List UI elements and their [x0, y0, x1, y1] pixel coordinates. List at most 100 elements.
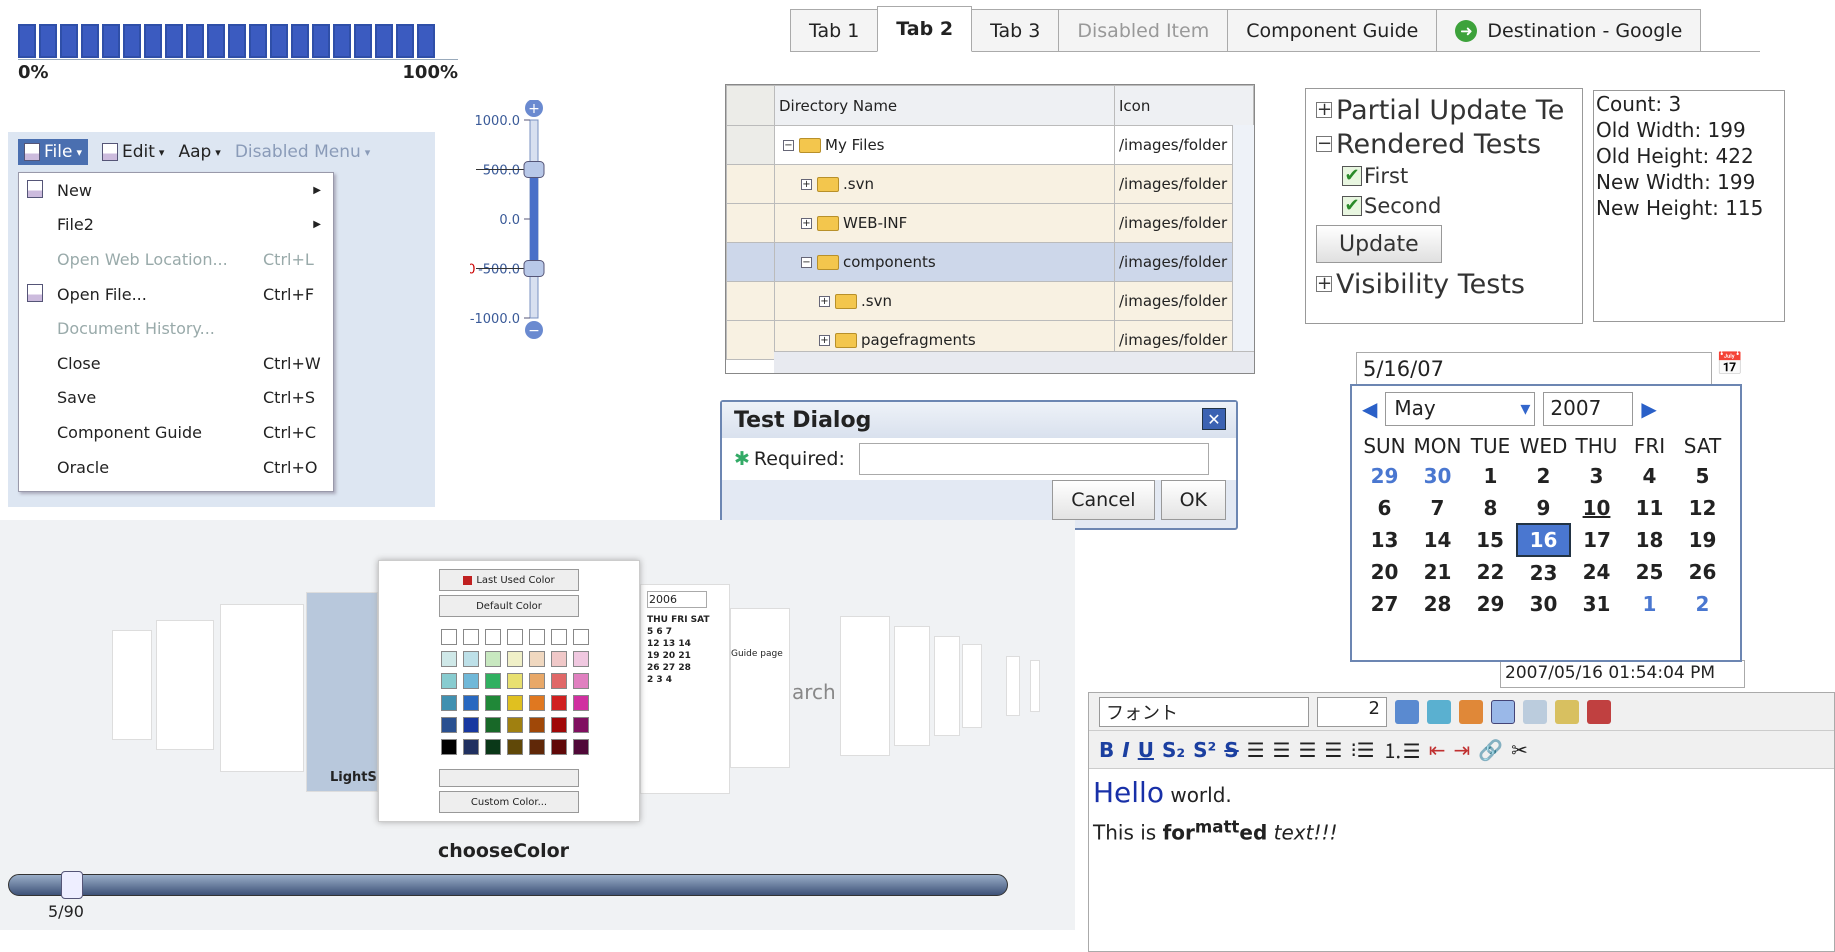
calendar-day[interactable]: 22 — [1464, 556, 1517, 588]
carousel-card[interactable] — [156, 620, 214, 750]
color-swatch[interactable] — [463, 695, 479, 711]
menu-item-component-guide[interactable]: Component Guide Ctrl+C — [19, 415, 333, 450]
justify-icon[interactable]: ☰ — [1325, 738, 1343, 762]
menu-item-new[interactable]: New ▶ — [19, 173, 333, 208]
carousel-card[interactable] — [962, 644, 982, 728]
slider-thumb[interactable] — [61, 871, 83, 899]
calendar-day[interactable]: 25 — [1623, 556, 1676, 588]
subscript-icon[interactable]: S₂ — [1162, 738, 1185, 762]
calendar-day[interactable]: 11 — [1623, 492, 1676, 524]
color-swatch[interactable] — [529, 717, 545, 733]
calendar-day[interactable]: 2 — [1676, 588, 1729, 620]
tree-node-rendered[interactable]: Rendered Tests — [1336, 129, 1541, 160]
ok-button[interactable]: OK — [1160, 480, 1226, 520]
tab-tab-3[interactable]: Tab 3 — [971, 9, 1060, 51]
tree-node-visibility[interactable]: Visibility Tests — [1336, 269, 1525, 300]
color-swatch[interactable] — [507, 717, 523, 733]
menu-edit[interactable]: Edit ▾ — [101, 142, 164, 162]
close-icon[interactable]: ✕ — [1202, 408, 1226, 430]
required-input[interactable] — [858, 443, 1209, 475]
menu-item-open-file[interactable]: Open File... Ctrl+F — [19, 277, 333, 312]
color-swatch[interactable] — [441, 651, 457, 667]
expand-icon[interactable]: + — [1316, 101, 1332, 119]
calendar-day[interactable]: 27 — [1358, 588, 1411, 620]
calendar-day[interactable]: 20 — [1358, 556, 1411, 588]
carousel-card[interactable] — [840, 616, 890, 756]
color-swatch[interactable] — [463, 629, 479, 645]
color-swatch[interactable] — [485, 673, 501, 689]
color-swatch[interactable] — [551, 717, 567, 733]
tab-component-guide[interactable]: Component Guide — [1227, 9, 1438, 51]
calendar-day[interactable]: 1 — [1623, 588, 1676, 620]
link-icon[interactable]: 🔗 — [1478, 738, 1503, 762]
menu-item-file2[interactable]: File2 ▶ — [19, 208, 333, 243]
calendar-day[interactable]: 10 — [1570, 492, 1623, 524]
horizontal-scrollbar[interactable] — [774, 351, 1254, 373]
tab-destination-google[interactable]: ➜ Destination - Google — [1436, 9, 1702, 51]
font-select[interactable]: フォント — [1099, 696, 1309, 727]
outdent-icon[interactable]: ⇤ — [1429, 738, 1446, 762]
calendar-day[interactable]: 3 — [1570, 460, 1623, 492]
choose-color-card[interactable]: Last Used Color Default Color Custom Col… — [378, 560, 640, 822]
color-swatch[interactable] — [573, 717, 589, 733]
color-swatch[interactable] — [573, 695, 589, 711]
default-color-button[interactable]: Default Color — [439, 595, 579, 617]
table-row[interactable]: − My Files/images/folder — [726, 125, 1254, 165]
color-swatch[interactable] — [441, 717, 457, 733]
lower-slider-thumb[interactable] — [523, 260, 545, 277]
month-select[interactable]: May ▾ — [1385, 392, 1536, 426]
calendar-day[interactable]: 13 — [1358, 524, 1411, 556]
carousel-card[interactable] — [112, 630, 152, 740]
carousel-card[interactable]: Guide page — [730, 608, 790, 768]
directory-name-cell[interactable]: + WEB-INF — [774, 203, 1115, 243]
color-swatch[interactable] — [551, 673, 567, 689]
strikethrough-icon[interactable]: S — [1224, 738, 1238, 762]
color-swatch[interactable] — [507, 651, 523, 667]
row-header[interactable] — [726, 281, 775, 321]
expand-icon[interactable]: + — [801, 218, 812, 229]
tab-tab-2[interactable]: Tab 2 — [877, 6, 973, 52]
column-header-name[interactable]: Directory Name — [774, 85, 1115, 126]
upper-slider-thumb[interactable] — [523, 161, 545, 178]
calendar-day[interactable]: 30 — [1411, 460, 1464, 492]
calendar-day[interactable]: 29 — [1464, 588, 1517, 620]
prev-month-icon[interactable]: ◀ — [1362, 397, 1377, 421]
editor-content[interactable]: Hello world. This is formatted text!!! — [1089, 769, 1834, 853]
calendar-day[interactable]: 5 — [1676, 460, 1729, 492]
italic-icon[interactable]: I — [1122, 738, 1129, 762]
color-swatch[interactable] — [551, 739, 567, 755]
color-swatch[interactable] — [529, 695, 545, 711]
calendar-day[interactable]: 18 — [1623, 524, 1676, 556]
color-swatch[interactable] — [441, 695, 457, 711]
calendar-day[interactable]: 26 — [1676, 556, 1729, 588]
carousel-card[interactable] — [894, 626, 930, 746]
color-swatch[interactable] — [551, 695, 567, 711]
directory-name-cell[interactable]: − My Files — [774, 125, 1115, 165]
source-mode-icon[interactable] — [1523, 699, 1547, 724]
color-swatch[interactable] — [551, 629, 567, 645]
menu-aap[interactable]: Aap ▾ — [178, 142, 220, 162]
align-center-icon[interactable]: ☰ — [1273, 738, 1291, 762]
font-size-select[interactable]: 2 — [1317, 696, 1387, 727]
carousel-slider[interactable] — [8, 871, 1008, 899]
menu-file[interactable]: File ▾ — [18, 139, 88, 165]
last-used-color-button[interactable]: Last Used Color — [439, 569, 579, 591]
undo-icon[interactable] — [1395, 699, 1419, 724]
color-swatch[interactable] — [485, 629, 501, 645]
color-swatch[interactable] — [441, 673, 457, 689]
redo-icon[interactable] — [1427, 699, 1451, 724]
row-header[interactable] — [726, 242, 775, 282]
expand-icon[interactable]: + — [819, 335, 830, 346]
color-swatch[interactable] — [573, 651, 589, 667]
column-header-icon[interactable]: Icon — [1114, 85, 1254, 126]
color-swatch[interactable] — [463, 739, 479, 755]
highlight-color-icon[interactable] — [1587, 699, 1611, 724]
color-swatch[interactable] — [463, 651, 479, 667]
table-row[interactable]: + .svn/images/folder — [726, 164, 1254, 204]
color-swatch[interactable] — [529, 651, 545, 667]
color-swatch[interactable] — [529, 673, 545, 689]
calendar-day[interactable]: 29 — [1358, 460, 1411, 492]
rich-mode-icon[interactable] — [1491, 699, 1515, 724]
date-input[interactable]: 5/16/07 — [1356, 352, 1712, 386]
carousel-card[interactable] — [934, 636, 960, 736]
